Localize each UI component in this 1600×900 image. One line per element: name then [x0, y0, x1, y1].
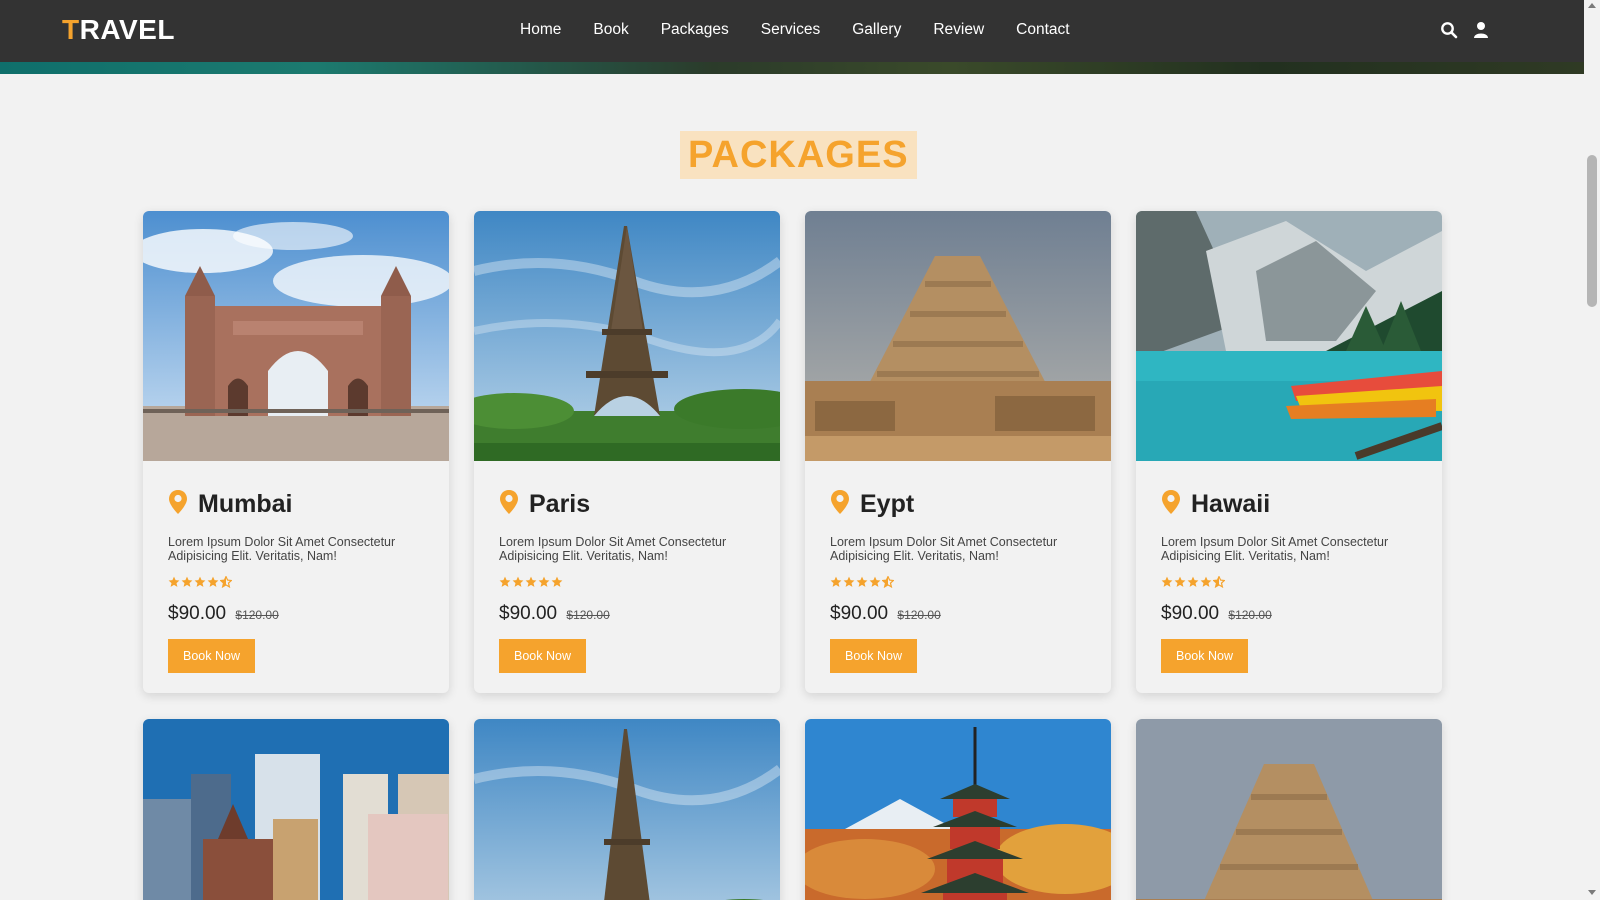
nav-review[interactable]: Review [933, 21, 984, 39]
nav-services[interactable]: Services [761, 21, 820, 39]
star-rating [830, 575, 895, 593]
star-icon [168, 575, 180, 593]
package-description: Lorem Ipsum Dolor Sit Amet Consectetur A… [830, 535, 1058, 563]
main-nav: Home Book Packages Services Gallery Revi… [520, 21, 1102, 39]
package-title: Hawaii [1161, 489, 1270, 520]
package-price: $90.00 $120.00 [499, 603, 610, 624]
star-icon [1161, 575, 1173, 593]
star-half-icon [219, 575, 233, 593]
egypt-image [805, 211, 1111, 461]
map-marker-icon [1161, 489, 1181, 520]
star-icon [525, 575, 537, 593]
package-card-paris-image-2 [474, 719, 780, 900]
paris-image [474, 211, 780, 461]
package-card-japan-image [805, 719, 1111, 900]
star-icon [843, 575, 855, 593]
mumbai-image [143, 211, 449, 461]
package-description: Lorem Ipsum Dolor Sit Amet Consectetur A… [168, 535, 396, 563]
star-icon [869, 575, 881, 593]
star-icon [499, 575, 511, 593]
star-icon [181, 575, 193, 593]
map-marker-icon [830, 489, 850, 520]
package-price: $90.00 $120.00 [168, 603, 279, 624]
package-description: Lorem Ipsum Dolor Sit Amet Consectetur A… [1161, 535, 1389, 563]
package-title: Eypt [830, 489, 914, 520]
package-description: Lorem Ipsum Dolor Sit Amet Consectetur A… [499, 535, 727, 563]
logo[interactable]: TRAVEL [62, 14, 175, 46]
star-icon [512, 575, 524, 593]
hawaii-image [1136, 211, 1442, 461]
star-icon [194, 575, 206, 593]
star-half-icon [1212, 575, 1226, 593]
package-price: $90.00 $120.00 [830, 603, 941, 624]
old-price: $120.00 [235, 608, 279, 622]
star-icon [1200, 575, 1212, 593]
star-rating [168, 575, 233, 593]
package-card-city-image [143, 719, 449, 900]
star-icon [1174, 575, 1186, 593]
nav-contact[interactable]: Contact [1016, 21, 1069, 39]
star-rating [1161, 575, 1226, 593]
map-marker-icon [499, 489, 519, 520]
old-price: $120.00 [1228, 608, 1272, 622]
star-icon [207, 575, 219, 593]
package-name: Paris [529, 490, 591, 518]
nav-gallery[interactable]: Gallery [852, 21, 901, 39]
book-now-button[interactable]: Book Now [499, 639, 586, 673]
book-now-button[interactable]: Book Now [168, 639, 255, 673]
package-price: $90.00 $120.00 [1161, 603, 1272, 624]
package-card-egypt: Eypt Lorem Ipsum Dolor Sit Amet Consecte… [805, 211, 1111, 693]
top-navbar: TRAVEL Home Book Packages Services Galle… [0, 0, 1584, 62]
package-title: Paris [499, 489, 590, 520]
package-name: Mumbai [198, 490, 293, 518]
package-name: Eypt [860, 490, 915, 518]
scrollbar-thumb[interactable] [1587, 155, 1597, 307]
hero-image-strip [0, 62, 1584, 74]
package-name: Hawaii [1191, 490, 1271, 518]
scroll-down-arrow[interactable] [1588, 890, 1596, 895]
book-now-button[interactable]: Book Now [830, 639, 917, 673]
star-icon [538, 575, 550, 593]
star-rating [499, 575, 563, 593]
package-card-hawaii: Hawaii Lorem Ipsum Dolor Sit Amet Consec… [1136, 211, 1442, 693]
map-marker-icon [168, 489, 188, 520]
section-title: PACKAGES [680, 131, 917, 179]
package-card-paris: Paris Lorem Ipsum Dolor Sit Amet Consect… [474, 211, 780, 693]
nav-packages[interactable]: Packages [661, 21, 729, 39]
nav-book[interactable]: Book [593, 21, 628, 39]
star-icon [551, 575, 563, 593]
scroll-up-arrow[interactable] [1588, 3, 1596, 8]
search-icon[interactable] [1440, 21, 1458, 39]
package-card-mumbai: Mumbai Lorem Ipsum Dolor Sit Amet Consec… [143, 211, 449, 693]
star-icon [1187, 575, 1199, 593]
book-now-button[interactable]: Book Now [1161, 639, 1248, 673]
star-half-icon [881, 575, 895, 593]
old-price: $120.00 [566, 608, 610, 622]
nav-home[interactable]: Home [520, 21, 561, 39]
star-icon [830, 575, 842, 593]
user-icon[interactable] [1472, 21, 1490, 39]
package-title: Mumbai [168, 489, 292, 520]
package-card-egypt-image-2 [1136, 719, 1442, 900]
old-price: $120.00 [897, 608, 941, 622]
star-icon [856, 575, 868, 593]
scrollbar-track[interactable] [1584, 0, 1600, 900]
